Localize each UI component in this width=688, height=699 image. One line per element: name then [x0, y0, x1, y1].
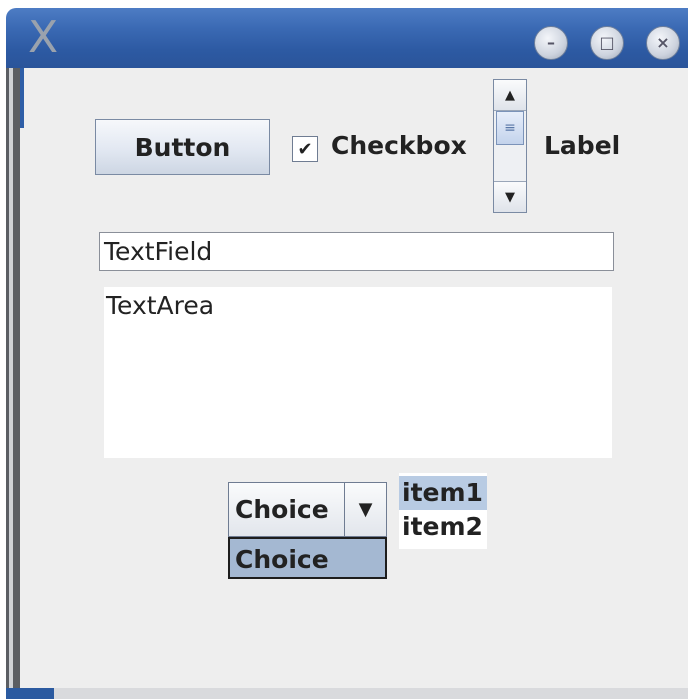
choice-dropdown[interactable]: Choice ▼ [228, 482, 387, 537]
title-bar[interactable]: X – □ × [6, 8, 688, 68]
maximize-icon: □ [599, 33, 615, 52]
choice-dropdown-button[interactable]: ▼ [344, 483, 386, 536]
arrow-up-icon: ▲ [505, 87, 515, 103]
push-button[interactable]: Button [95, 119, 270, 175]
vertical-scrollbar[interactable]: ▲ ≡ ▼ [493, 79, 527, 213]
window-left-border [6, 68, 20, 688]
grip-icon: ≡ [504, 120, 516, 136]
list-item[interactable]: item1 [399, 476, 487, 510]
maximize-button[interactable]: □ [590, 26, 624, 60]
checkbox-label[interactable]: Checkbox [331, 131, 467, 160]
choice-option-label: Choice [235, 545, 329, 574]
checkbox[interactable]: ✔ [292, 136, 318, 162]
checkmark-icon: ✔ [297, 138, 313, 160]
application-window: X – □ × Button ✔ Checkbox ▲ ≡ ▼ Label Te… [0, 0, 688, 699]
scroll-down-button[interactable]: ▼ [494, 181, 526, 212]
chevron-down-icon: ▼ [358, 499, 373, 520]
scroll-thumb[interactable]: ≡ [496, 111, 524, 145]
minimize-icon: – [547, 33, 555, 52]
arrow-down-icon: ▼ [505, 189, 515, 205]
window-bottom-border [6, 688, 688, 699]
choice-selected-value: Choice [235, 495, 329, 524]
static-label: Label [544, 131, 621, 160]
x-logo-icon: X [28, 12, 59, 63]
close-button[interactable]: × [646, 26, 680, 60]
text-field[interactable]: TextField [99, 232, 614, 271]
list-item[interactable]: item2 [399, 510, 487, 544]
close-icon: × [656, 33, 670, 52]
text-area[interactable]: TextArea [104, 287, 612, 458]
minimize-button[interactable]: – [534, 26, 568, 60]
scroll-up-button[interactable]: ▲ [494, 80, 526, 111]
choice-popup-option[interactable]: Choice [228, 537, 387, 579]
item-list[interactable]: item1 item2 [399, 473, 487, 549]
